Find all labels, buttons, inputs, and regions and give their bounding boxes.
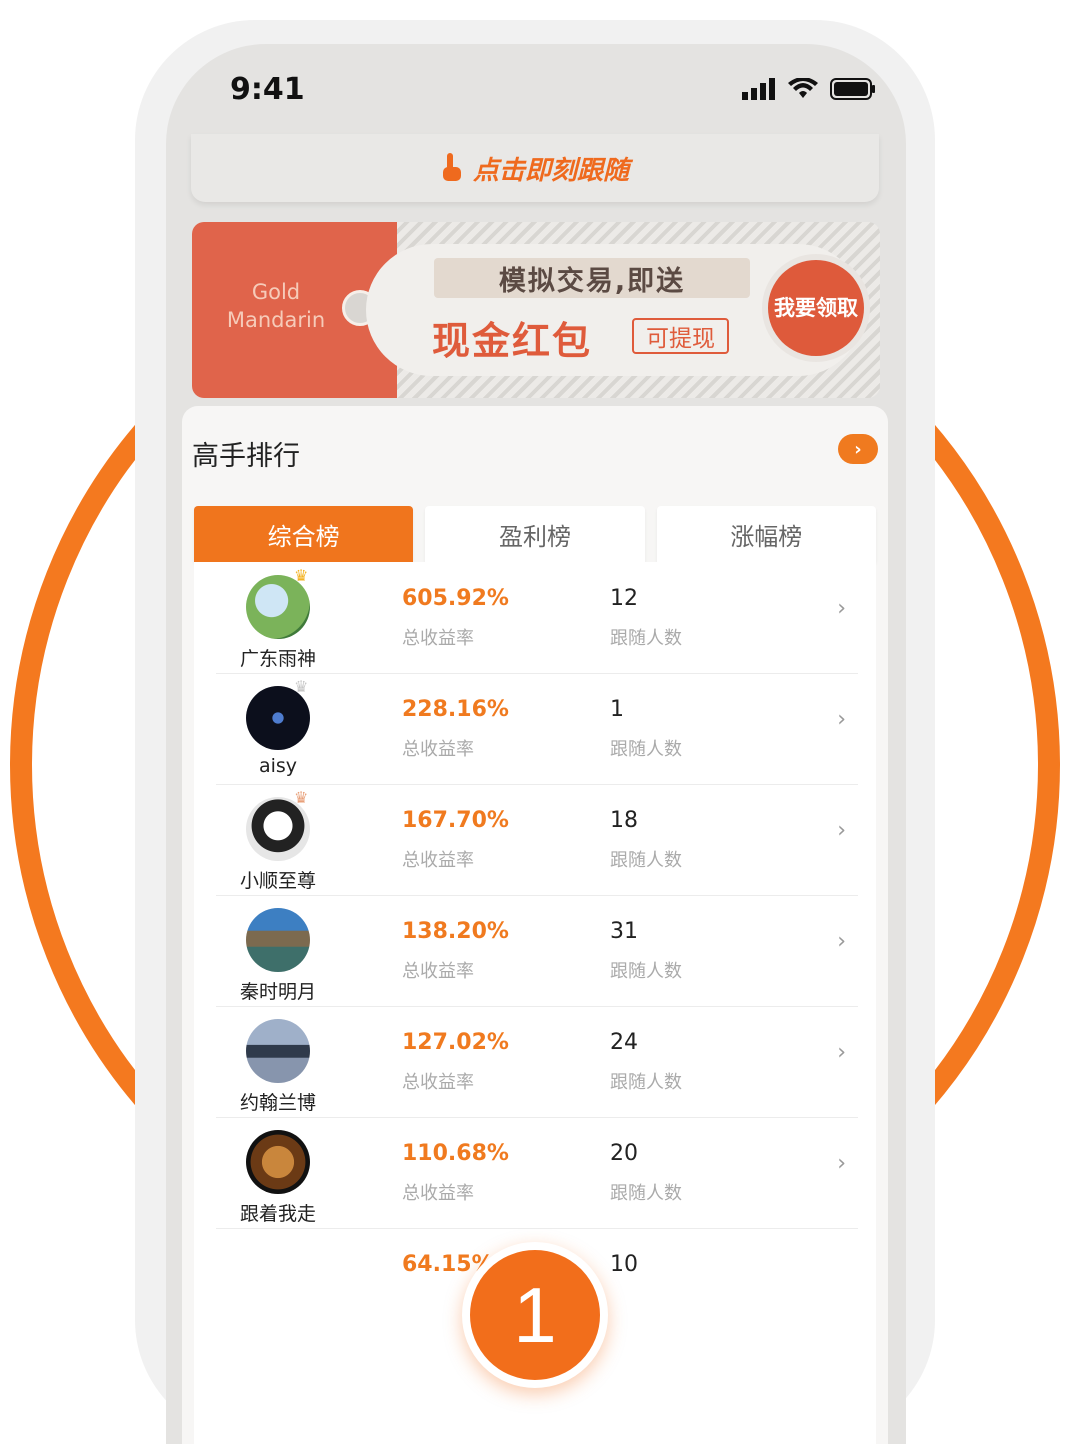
list-item[interactable]: ♛ 广东雨神 605.92% 总收益率 12 跟随人数 ›	[216, 562, 858, 674]
return-rate-label: 总收益率	[402, 1072, 474, 1093]
user-name: 广东雨神	[239, 648, 316, 670]
tab-profit[interactable]: 盈利榜	[425, 506, 645, 562]
user-name: 小顺至尊	[239, 870, 316, 892]
follower-count: 20	[610, 1141, 638, 1166]
tab-growth[interactable]: 涨幅榜	[656, 506, 876, 562]
list-item[interactable]: 约翰兰博 127.02% 总收益率 24 跟随人数 ›	[216, 1006, 858, 1118]
crown-icon: ♛	[294, 566, 309, 585]
crown-icon: ♛	[294, 677, 309, 696]
promo-card: 模拟交易,即送 现金红包 可提现 我要领取	[366, 244, 864, 376]
tab-overall[interactable]: 综合榜	[194, 506, 414, 572]
claim-button[interactable]: 我要领取	[768, 260, 864, 356]
return-rate-label: 总收益率	[402, 739, 474, 760]
user-name: aisy	[258, 755, 298, 777]
crown-icon: ♛	[294, 788, 309, 807]
avatar	[246, 1130, 310, 1194]
follower-count: 18	[610, 808, 638, 833]
status-icons	[742, 78, 876, 100]
follower-count: 31	[610, 919, 638, 944]
user-name: 秦时明月	[239, 981, 316, 1003]
follow-now-label: 点击即刻跟随	[472, 155, 629, 186]
chevron-right-icon: ›	[837, 818, 846, 843]
follower-label: 跟随人数	[610, 1183, 682, 1204]
avatar	[246, 1019, 310, 1083]
status-time: 9:41	[230, 72, 305, 107]
return-rate-label: 总收益率	[402, 628, 474, 649]
follower-label: 跟随人数	[610, 1072, 682, 1093]
list-item[interactable]: ♛ aisy 228.16% 总收益率 1 跟随人数 ›	[216, 673, 858, 785]
signal-icon	[742, 78, 775, 100]
return-rate: 110.68%	[402, 1141, 509, 1166]
chevron-right-icon: ›	[837, 1040, 846, 1065]
follower-label: 跟随人数	[610, 961, 682, 982]
return-rate-label: 总收益率	[402, 850, 474, 871]
list-item[interactable]: 秦时明月 138.20% 总收益率 31 跟随人数 ›	[216, 895, 858, 1007]
section-title: 高手排行	[192, 441, 300, 472]
follower-count: 24	[610, 1030, 638, 1055]
return-rate: 138.20%	[402, 919, 509, 944]
chevron-right-icon: ›	[837, 929, 846, 954]
user-name: 约翰兰博	[239, 1092, 316, 1114]
avatar	[246, 908, 310, 972]
follower-count: 1	[610, 697, 624, 722]
user-name: 跟着我走	[239, 1203, 316, 1225]
envelope-text: Gold Mandarin	[226, 280, 326, 332]
list-item[interactable]: 跟着我走 110.68% 总收益率 20 跟随人数 ›	[216, 1117, 858, 1229]
wifi-icon	[788, 78, 818, 98]
follow-now-button[interactable]: 点击即刻跟随	[191, 134, 879, 202]
battery-icon	[830, 78, 875, 100]
step-number-badge: 1	[462, 1242, 608, 1388]
promo-line1: 模拟交易,即送	[434, 258, 750, 298]
return-rate: 167.70%	[402, 808, 509, 833]
return-rate: 228.16%	[402, 697, 509, 722]
promo-banner[interactable]: Gold Mandarin 模拟交易,即送 现金红包 可提现 我要领取	[192, 222, 880, 398]
follower-count: 10	[610, 1252, 638, 1277]
chevron-right-icon[interactable]: ›	[838, 434, 878, 464]
return-rate: 605.92%	[402, 586, 509, 611]
chevron-right-icon: ›	[837, 1151, 846, 1176]
phone-screen: 9:41 点击即刻跟随 Gold Mandarin 模拟交易,即送 现金红包 可…	[166, 44, 906, 1444]
follower-label: 跟随人数	[610, 850, 682, 871]
follower-label: 跟随人数	[610, 739, 682, 760]
chevron-right-icon: ›	[837, 596, 846, 621]
status-bar: 9:41	[166, 44, 906, 134]
chevron-right-icon: ›	[837, 707, 846, 732]
follower-count: 12	[610, 586, 638, 611]
return-rate-label: 总收益率	[402, 961, 474, 982]
promo-line2: 现金红包	[432, 319, 593, 363]
hand-pointer-icon	[442, 153, 461, 181]
return-rate: 127.02%	[402, 1030, 509, 1055]
ranking-tabs: 综合榜 盈利榜 涨幅榜	[194, 506, 876, 572]
return-rate-label: 总收益率	[402, 1183, 474, 1204]
follower-label: 跟随人数	[610, 628, 682, 649]
list-item[interactable]: ♛ 小顺至尊 167.70% 总收益率 18 跟随人数 ›	[216, 784, 858, 896]
withdraw-tag: 可提现	[632, 318, 729, 354]
